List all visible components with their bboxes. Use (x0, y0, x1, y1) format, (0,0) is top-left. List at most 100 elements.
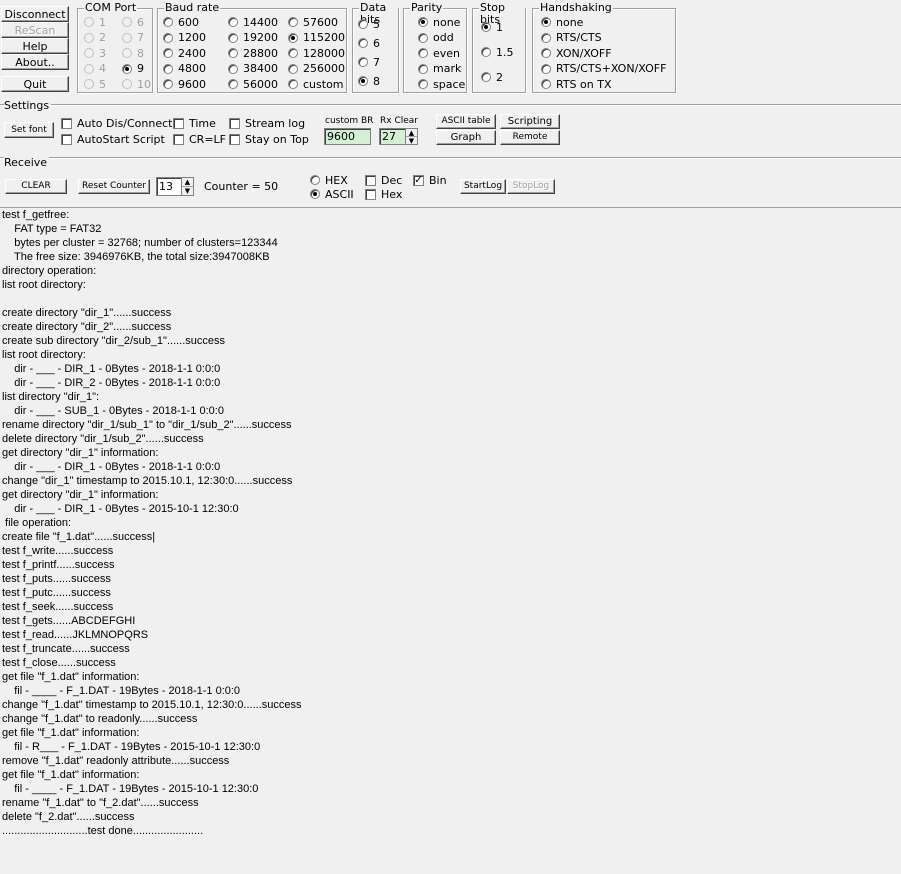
stop-bits-radio-2[interactable]: 2 (481, 70, 503, 84)
ascii-table-button[interactable]: ASCII table (436, 114, 496, 129)
com-port-radio-3[interactable]: 3 (84, 46, 106, 60)
stop-bits-radio-1.5[interactable]: 1.5 (481, 45, 514, 59)
dec-checkbox[interactable]: Dec (365, 173, 402, 187)
radio-dot (228, 32, 238, 43)
set-font-button[interactable]: Set font (4, 122, 54, 138)
com-port-radio-2[interactable]: 2 (84, 31, 106, 45)
counter-value: 50 (264, 180, 279, 193)
spin-down-icon[interactable]: ▼ (406, 137, 417, 145)
handshaking-radio-3[interactable]: RTS/CTS+XON/XOFF (541, 62, 666, 76)
hex-checkbox-label: Hex (381, 187, 403, 201)
handshaking-radio-2[interactable]: XON/XOFF (541, 46, 612, 60)
checkbox-box (365, 174, 376, 186)
stop-log-button[interactable]: StopLog (507, 179, 555, 194)
parity-radio-even[interactable]: even (418, 46, 460, 60)
com-port-radio-4[interactable]: 4 (84, 62, 106, 76)
log-line: get file "f_1.dat" information: (2, 769, 140, 781)
baud-radio-38400[interactable]: 38400 (228, 62, 278, 76)
com-port-radio-5[interactable]: 5 (84, 77, 106, 91)
spin-down-icon[interactable]: ▼ (182, 187, 193, 196)
remote-button[interactable]: Remote (500, 130, 560, 145)
baud-radio-57600[interactable]: 57600 (288, 15, 338, 29)
receive-text-area[interactable]: test f_getfree: FAT type = FAT32 bytes p… (0, 207, 901, 874)
baud-radio-56000[interactable]: 56000 (228, 77, 278, 91)
baud-radio-256000[interactable]: 256000 (288, 62, 345, 76)
data-bits-radio-5[interactable]: 5 (358, 17, 380, 31)
ascii-radio[interactable]: ASCII (310, 187, 354, 201)
data-bits-radio-6[interactable]: 6 (358, 36, 380, 50)
parity-radio-mark[interactable]: mark (418, 62, 461, 76)
rescan-button[interactable]: ReScan (1, 22, 69, 38)
counter-spin-input[interactable]: 13 (156, 177, 182, 196)
stream-log-checkbox[interactable]: Stream log (229, 116, 305, 130)
com-port-radio-9[interactable]: 9 (122, 62, 144, 76)
baud-radio-1200[interactable]: 1200 (163, 31, 206, 45)
baud-radio-600[interactable]: 600 (163, 15, 199, 29)
handshaking-radio-1[interactable]: RTS/CTS (541, 31, 602, 45)
baud-radio-custom[interactable]: custom (288, 77, 344, 91)
clear-button[interactable]: CLEAR (5, 179, 67, 194)
com-port-title: COM Port (84, 1, 138, 14)
com-port-radio-8[interactable]: 8 (122, 46, 144, 60)
custom-br-input[interactable]: 9600 (324, 128, 371, 145)
baud-radio-14400[interactable]: 14400 (228, 15, 278, 29)
cr-lf-checkbox[interactable]: CR=LF (173, 132, 226, 146)
autostart-script-checkbox[interactable]: AutoStart Script (61, 132, 165, 146)
rx-clear-input[interactable]: 27 (379, 128, 407, 145)
parity-radio-none[interactable]: none (418, 15, 460, 29)
time-checkbox[interactable]: Time (173, 116, 216, 130)
spin-up-icon[interactable]: ▲ (406, 129, 417, 137)
com-port-radio-10[interactable]: 10 (122, 77, 151, 91)
radio-dot (481, 72, 491, 82)
com-port-radio-1[interactable]: 1 (84, 15, 106, 29)
radio-dot (481, 22, 491, 32)
com-port-radio-6[interactable]: 6 (122, 15, 144, 29)
log-line: test f_getfree: (2, 209, 70, 221)
log-line: delete "f_2.dat"......success (2, 811, 135, 823)
baud-radio-19200[interactable]: 19200 (228, 31, 278, 45)
com-port-radio-7[interactable]: 7 (122, 31, 144, 45)
log-line: dir - ___ - DIR_1 - 0Bytes - 2018-1-1 0:… (2, 461, 221, 473)
counter-spinner[interactable]: ▲ ▼ (181, 177, 194, 196)
handshaking-radio-0[interactable]: none (541, 15, 583, 29)
data-bits-radio-8[interactable]: 8 (358, 74, 380, 88)
com-port-radio-4-label: 4 (99, 62, 106, 75)
help-button[interactable]: Help (1, 38, 69, 54)
baud-radio-2400[interactable]: 2400 (163, 46, 206, 60)
parity-radio-space[interactable]: space (418, 77, 465, 91)
com-port-radio-8-label: 8 (137, 46, 144, 60)
radio-dot (84, 63, 94, 74)
baud-radio-115200[interactable]: 115200 (288, 31, 345, 45)
com-port-radio-3-label: 3 (99, 46, 106, 60)
radio-dot (541, 17, 551, 27)
baud-radio-4800[interactable]: 4800 (163, 62, 206, 76)
rx-clear-spinner[interactable]: ▲ ▼ (405, 128, 418, 145)
stay-on-top-label: Stay on Top (245, 132, 309, 146)
stay-on-top-checkbox[interactable]: Stay on Top (229, 132, 309, 146)
about-button[interactable]: About.. (1, 54, 69, 70)
log-line: get directory "dir_1" information: (2, 489, 159, 501)
baud-radio-28800[interactable]: 28800 (228, 46, 278, 60)
counter-label-text: Counter = (204, 180, 261, 193)
baud-radio-128000[interactable]: 128000 (288, 46, 345, 60)
handshaking-title: Handshaking (539, 1, 613, 14)
log-line: ............................test done...… (2, 825, 204, 837)
data-bits-radio-7[interactable]: 7 (358, 55, 380, 69)
stop-bits-radio-1[interactable]: 1 (481, 20, 503, 34)
hex-checkbox[interactable]: Hex (365, 187, 402, 201)
bin-checkbox[interactable]: ✓ Bin (413, 173, 447, 187)
hex-radio[interactable]: HEX (310, 173, 348, 187)
log-line: get file "f_1.dat" information: (2, 671, 140, 683)
quit-button[interactable]: Quit (1, 76, 69, 92)
spin-up-icon[interactable]: ▲ (182, 178, 193, 187)
graph-button[interactable]: Graph (436, 130, 496, 145)
reset-counter-button[interactable]: Reset Counter (78, 179, 150, 194)
auto-dis-connect-checkbox[interactable]: Auto Dis/Connect (61, 116, 172, 130)
baud-radio-9600[interactable]: 9600 (163, 77, 206, 91)
parity-radio-odd[interactable]: odd (418, 31, 454, 45)
start-log-button[interactable]: StartLog (460, 179, 506, 194)
disconnect-button[interactable]: Disconnect (1, 6, 69, 22)
handshaking-radio-4[interactable]: RTS on TX (541, 77, 612, 91)
scripting-button[interactable]: Scripting (500, 114, 560, 129)
